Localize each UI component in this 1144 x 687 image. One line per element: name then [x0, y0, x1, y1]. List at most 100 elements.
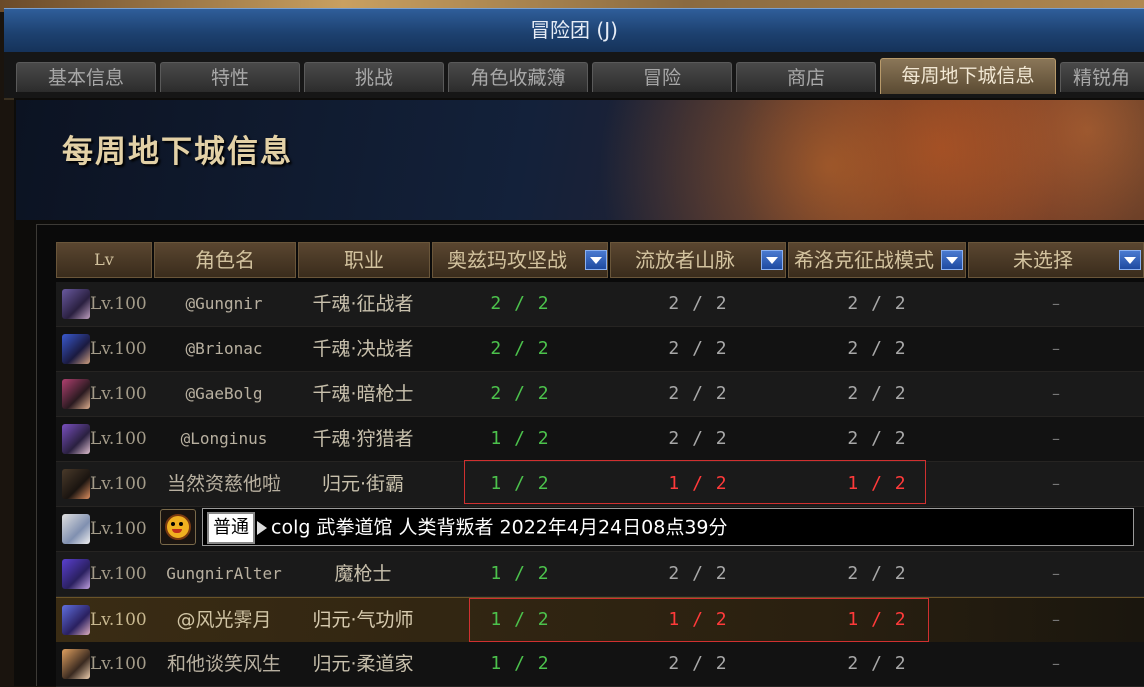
- character-avatar: [62, 334, 90, 364]
- header-dungeon-2-label: 流放者山脉: [635, 248, 735, 272]
- table-row[interactable]: Lv.100 @Brionac 千魂·决战者 2 / 2 2 / 2 2 / 2…: [56, 327, 1144, 372]
- character-avatar: [62, 514, 90, 544]
- dungeon-3-progress: 2 / 2: [847, 383, 907, 404]
- table-row[interactable]: Lv.100 @Longinus 千魂·狩猎者 1 / 2 2 / 2 2 / …: [56, 417, 1144, 462]
- row-level: Lv.100: [90, 474, 147, 494]
- arrow-right-icon: [257, 520, 267, 535]
- dungeon-3-progress: 2 / 2: [847, 338, 907, 359]
- row-character-name: @GaeBolg: [185, 384, 263, 403]
- row-class: 归元·柔道家: [312, 653, 414, 675]
- character-avatar: [62, 605, 90, 635]
- smiley-icon: [165, 514, 191, 540]
- character-avatar: [62, 649, 90, 679]
- row-character-name: @Gungnir: [185, 294, 263, 313]
- chevron-down-icon: [590, 256, 602, 264]
- tab-adventure[interactable]: 冒险: [592, 62, 732, 92]
- table-row[interactable]: Lv.100 GungnirAlter 魔枪士 1 / 2 2 / 2 2 / …: [56, 552, 1144, 597]
- dungeon-4-progress: –: [1052, 654, 1060, 673]
- highlight-annotation-box: [464, 460, 926, 504]
- dungeon-4-progress: –: [1052, 339, 1060, 358]
- header-lv-label: Lv: [94, 250, 114, 269]
- dungeon-1-progress: 2 / 2: [490, 338, 550, 359]
- row-level: Lv.100: [90, 429, 147, 449]
- row-character-name: @Brionac: [185, 339, 263, 358]
- row-level: Lv.100: [90, 384, 147, 404]
- row-level: Lv.100: [90, 610, 147, 630]
- window-title: 冒险团 (J): [4, 8, 1144, 54]
- character-avatar: [62, 469, 90, 499]
- row-level: Lv.100: [90, 654, 147, 674]
- chat-message: colg 武拳道馆 人类背叛者 2022年4月24日08点39分: [271, 516, 728, 539]
- tab-bar: 基本信息 特性 挑战 角色收藏簿 冒险 商店 每周地下城信息 精锐角: [4, 52, 1144, 100]
- dungeon-1-progress: 2 / 2: [490, 293, 550, 314]
- dungeon-2-progress: 2 / 2: [668, 653, 728, 674]
- dungeon-2-progress: 2 / 2: [668, 338, 728, 359]
- header-dungeon-3-label: 希洛克征战模式: [794, 248, 934, 272]
- header-dungeon-2: 流放者山脉: [610, 242, 786, 278]
- header-dungeon-1-label: 奥兹玛攻坚战: [447, 248, 567, 272]
- row-character-name: 和他谈笑风生: [166, 653, 281, 675]
- tab-basic-info[interactable]: 基本信息: [16, 62, 156, 92]
- dungeon-2-dropdown-button[interactable]: [761, 250, 783, 270]
- header-dungeon-4-label: 未选择: [1013, 248, 1073, 272]
- header-class: 职业: [298, 242, 430, 278]
- tab-weekly-dungeon-info[interactable]: 每周地下城信息: [880, 58, 1056, 94]
- chat-input-bar[interactable]: 普通 colg 武拳道馆 人类背叛者 2022年4月24日08点39分: [202, 508, 1134, 546]
- tab-character-collection[interactable]: 角色收藏簿: [448, 62, 588, 92]
- chevron-down-icon: [1124, 256, 1136, 264]
- table-row[interactable]: Lv.100 @Gungnir 千魂·征战者 2 / 2 2 / 2 2 / 2…: [56, 282, 1144, 327]
- dungeon-4-progress: –: [1052, 610, 1060, 629]
- row-class: 千魂·暗枪士: [312, 383, 414, 405]
- emoji-button[interactable]: [160, 509, 196, 545]
- dungeon-1-progress: 1 / 2: [490, 563, 550, 584]
- row-class: 千魂·征战者: [312, 293, 414, 315]
- header-dungeon-3: 希洛克征战模式: [788, 242, 966, 278]
- character-avatar: [62, 379, 90, 409]
- dungeon-3-progress: 2 / 2: [847, 563, 907, 584]
- dungeon-3-progress: 2 / 2: [847, 653, 907, 674]
- header-lv: Lv: [56, 242, 152, 278]
- chat-channel-tag[interactable]: 普通: [207, 511, 255, 544]
- header-class-label: 职业: [344, 248, 384, 272]
- tab-shop[interactable]: 商店: [736, 62, 876, 92]
- table-row[interactable]: Lv.100 @GaeBolg 千魂·暗枪士 2 / 2 2 / 2 2 / 2…: [56, 372, 1144, 417]
- row-level: Lv.100: [90, 339, 147, 359]
- character-avatar: [62, 424, 90, 454]
- dungeon-2-progress: 2 / 2: [668, 563, 728, 584]
- dungeon-3-progress: 2 / 2: [847, 293, 907, 314]
- dungeon-4-progress: –: [1052, 564, 1060, 583]
- chevron-down-icon: [946, 256, 958, 264]
- row-class: 千魂·狩猎者: [312, 428, 414, 450]
- dungeon-2-progress: 2 / 2: [668, 383, 728, 404]
- dungeon-4-progress: –: [1052, 294, 1060, 313]
- row-character-name: 当然资慈他啦: [166, 473, 281, 495]
- character-avatar: [62, 559, 90, 589]
- row-class: 归元·气功师: [312, 609, 414, 631]
- tab-challenge[interactable]: 挑战: [304, 62, 444, 92]
- row-character-name: GungnirAlter: [166, 564, 282, 583]
- dungeon-4-progress: –: [1052, 474, 1060, 493]
- row-level: Lv.100: [90, 294, 147, 314]
- tab-elite[interactable]: 精锐角: [1060, 62, 1144, 92]
- dungeon-3-dropdown-button[interactable]: [941, 250, 963, 270]
- row-level: Lv.100: [90, 519, 147, 539]
- dungeon-2-progress: 2 / 2: [668, 293, 728, 314]
- row-class: 魔枪士: [334, 563, 392, 585]
- dungeon-1-progress: 1 / 2: [490, 428, 550, 449]
- row-class: 千魂·决战者: [312, 338, 414, 360]
- dungeon-3-progress: 2 / 2: [847, 428, 907, 449]
- chevron-down-icon: [766, 256, 778, 264]
- dungeon-1-dropdown-button[interactable]: [585, 250, 607, 270]
- table-row[interactable]: Lv.100 和他谈笑风生 归元·柔道家 1 / 2 2 / 2 2 / 2 –: [56, 642, 1144, 687]
- dungeon-4-progress: –: [1052, 429, 1060, 448]
- header-dungeon-4: 未选择: [968, 242, 1144, 278]
- header-name: 角色名: [154, 242, 296, 278]
- tab-traits[interactable]: 特性: [160, 62, 300, 92]
- dungeon-2-progress: 2 / 2: [668, 428, 728, 449]
- row-character-name: @Longinus: [180, 429, 268, 448]
- dungeon-4-dropdown-button[interactable]: [1119, 250, 1141, 270]
- header-dungeon-1: 奥兹玛攻坚战: [432, 242, 608, 278]
- dungeon-1-progress: 1 / 2: [490, 653, 550, 674]
- header-name-label: 角色名: [195, 248, 255, 272]
- banner-title: 每周地下城信息: [62, 134, 293, 170]
